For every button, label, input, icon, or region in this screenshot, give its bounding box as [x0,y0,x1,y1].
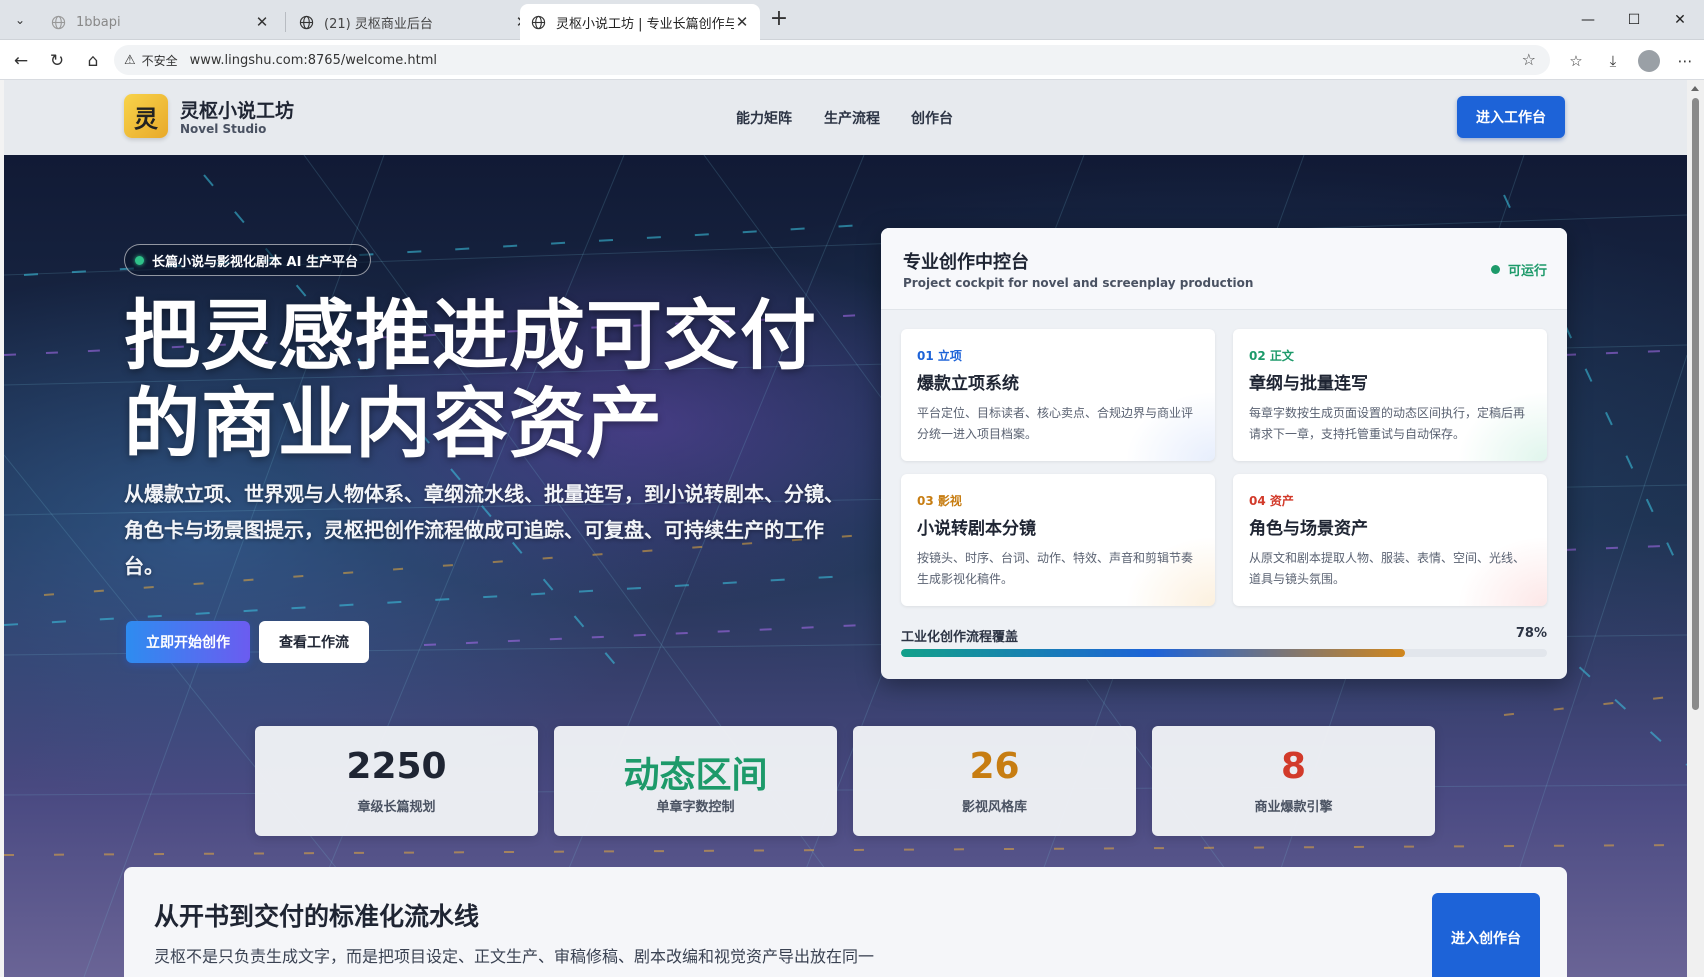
stat-value: 26 [969,746,1020,787]
module-tag: 04 资产 [1249,494,1294,508]
tab-title: (21) 灵枢商业后台 [324,16,433,32]
progress-bar [901,649,1547,657]
more-menu-icon[interactable]: ⋯ [1672,48,1698,74]
section-description: 灵枢不是只负责生成文字，而是把项目设定、正文生产、审稿修稿、剧本改编和视觉资产导… [154,947,875,966]
section-title: 从开书到交付的标准化流水线 [154,902,480,931]
tab-separator [285,12,286,32]
browser-tab-business-admin[interactable]: (21) 灵枢商业后台 ✕ [288,4,540,40]
stat-card-word-range: 动态区间 单章字数控制 [554,726,837,836]
tab-actions-menu-icon[interactable]: ⌄ [8,8,32,32]
brand-name[interactable]: 灵枢小说工坊 [180,96,294,123]
nav-link-capabilities[interactable]: 能力矩阵 [736,108,792,128]
cockpit-header: 专业创作中控台 Project cockpit for novel and sc… [881,228,1567,310]
scrollbar-thumb[interactable] [1692,98,1699,710]
tab-title: 灵枢小说工坊 | 专业长篇创作与影视 [556,16,734,32]
cockpit-title: 专业创作中控台 [903,252,1029,273]
hero-title: 把灵感推进成可交付 的商业内容资产 [124,292,844,468]
scroll-up-icon[interactable] [1691,86,1699,91]
window-close-icon[interactable]: ✕ [1657,6,1703,34]
home-icon[interactable]: ⌂ [80,48,106,74]
cockpit-status: 可运行 [1490,260,1547,279]
start-creating-button[interactable]: 立即开始创作 [126,621,250,663]
maximize-icon[interactable]: ☐ [1611,6,1657,34]
stat-label: 单章字数控制 [656,800,735,815]
hero-title-line-1: 把灵感推进成可交付 [124,291,817,380]
progress-bar-fill [901,649,1405,657]
status-dot-icon [135,255,144,265]
stat-card-engines: 8 商业爆款引擎 [1152,726,1435,836]
cockpit-subtitle: Project cockpit for novel and screenplay… [903,276,1254,290]
browser-toolbar: ← ↻ ⌂ ⚠ 不安全 www.lingshu.com:8765/welcome… [0,40,1704,80]
view-workflow-button[interactable]: 查看工作流 [259,621,369,663]
stat-label: 商业爆款引擎 [1254,800,1333,815]
cockpit-status-text: 可运行 [1507,264,1547,279]
stat-value: 8 [1280,746,1307,787]
stat-value: 动态区间 [623,755,768,796]
module-tag: 03 影视 [917,494,962,508]
pipeline-section: 从开书到交付的标准化流水线 灵枢不是只负责生成文字，而是把项目设定、正文生产、审… [124,867,1567,977]
stat-card-styles: 26 影视风格库 [853,726,1136,836]
browser-tab-novel-studio[interactable]: 灵枢小说工坊 | 专业长篇创作与影视 ✕ [520,4,760,40]
browser-tab-1bbapi[interactable]: 1bbapi ✕ [40,4,280,40]
page-viewport: 灵 灵枢小说工坊 Novel Studio 能力矩阵 生产流程 创作台 进入工作… [4,80,1687,977]
page-scrollbar[interactable] [1687,80,1704,977]
module-tag: 01 立项 [917,349,962,363]
globe-icon [50,14,66,30]
module-desc: 按镜头、时序、台词、动作、特效、声音和剪辑节奏生成影视化稿件。 [917,551,1194,586]
hero-badge: 长篇小说与影视化剧本 AI 生产平台 [124,244,371,276]
site-header: 灵 灵枢小说工坊 Novel Studio 能力矩阵 生产流程 创作台 进入工作… [4,80,1687,155]
insecure-label[interactable]: 不安全 [142,52,178,69]
cockpit-panel: 专业创作中控台 Project cockpit for novel and sc… [881,228,1567,679]
nav-link-studio[interactable]: 创作台 [911,108,953,128]
module-card-chapters[interactable]: 02 正文 章纲与批量连写 每章字数按生成页面设置的动态区间执行，定稿后再请求下… [1233,329,1547,461]
progress-label: 工业化创作流程覆盖 [901,630,1019,645]
stat-card-chapters: 2250 章级长篇规划 [255,726,538,836]
module-desc: 每章字数按生成页面设置的动态区间执行，定稿后再请求下一章，支持托管重试与自动保存… [1249,406,1526,441]
stat-label: 影视风格库 [961,800,1027,815]
globe-icon [298,14,314,30]
module-name: 章纲与批量连写 [1249,374,1368,394]
progress-percent: 78% [1515,626,1547,641]
module-card-project[interactable]: 01 立项 爆款立项系统 平台定位、目标读者、核心卖点、合规边界与商业评分统一进… [901,329,1215,461]
enter-studio-button[interactable]: 进入创作台 [1432,893,1540,977]
favorites-icon[interactable]: ☆ [1563,48,1589,74]
minimize-icon[interactable]: — [1565,6,1611,34]
tab-title: 1bbapi [76,14,121,30]
new-tab-button[interactable]: + [767,8,791,32]
downloads-icon[interactable]: ⤓ [1600,48,1626,74]
module-desc: 平台定位、目标读者、核心卖点、合规边界与商业评分统一进入项目档案。 [917,406,1194,441]
close-tab-icon[interactable]: ✕ [254,13,270,31]
module-desc: 从原文和剧本提取人物、服装、表情、空间、光线、道具与镜头氛围。 [1249,551,1526,586]
stat-value: 2250 [346,746,447,787]
stat-label: 章级长篇规划 [357,800,436,815]
address-bar[interactable]: ⚠ 不安全 www.lingshu.com:8765/welcome.html … [114,45,1550,75]
module-tag: 02 正文 [1249,349,1294,363]
module-card-screenplay[interactable]: 03 影视 小说转剧本分镜 按镜头、时序、台词、动作、特效、声音和剪辑节奏生成影… [901,474,1215,606]
hero-description: 从爆款立项、世界观与人物体系、章纲流水线、批量连写，到小说转剧本、分镜、角色卡与… [124,482,844,578]
profile-avatar-icon[interactable] [1636,48,1662,74]
module-name: 小说转剧本分镜 [917,519,1036,539]
url-text[interactable]: www.lingshu.com:8765/welcome.html [190,53,437,68]
hero-title-line-2: 的商业内容资产 [124,379,663,468]
module-name: 角色与场景资产 [1249,519,1368,539]
brand-subtitle: Novel Studio [180,122,267,136]
bookmark-star-icon[interactable]: ☆ [1522,50,1536,69]
nav-link-workflow[interactable]: 生产流程 [824,108,880,128]
module-name: 爆款立项系统 [917,374,1019,394]
hero-badge-text: 长篇小说与影视化剧本 AI 生产平台 [152,254,358,270]
warning-icon[interactable]: ⚠ [124,53,136,68]
browser-tab-bar: ⌄ 1bbapi ✕ (21) 灵枢商业后台 ✕ 灵枢小说工坊 | 专业长篇创作… [0,0,1704,40]
back-icon[interactable]: ← [8,48,34,74]
globe-icon [530,14,546,30]
module-card-assets[interactable]: 04 资产 角色与场景资产 从原文和剧本提取人物、服装、表情、空间、光线、道具与… [1233,474,1547,606]
enter-workbench-button[interactable]: 进入工作台 [1457,96,1565,138]
status-dot-icon [1490,265,1500,274]
close-tab-icon[interactable]: ✕ [734,13,750,31]
reload-icon[interactable]: ↻ [44,48,70,74]
brand-logo[interactable]: 灵 [124,94,168,138]
